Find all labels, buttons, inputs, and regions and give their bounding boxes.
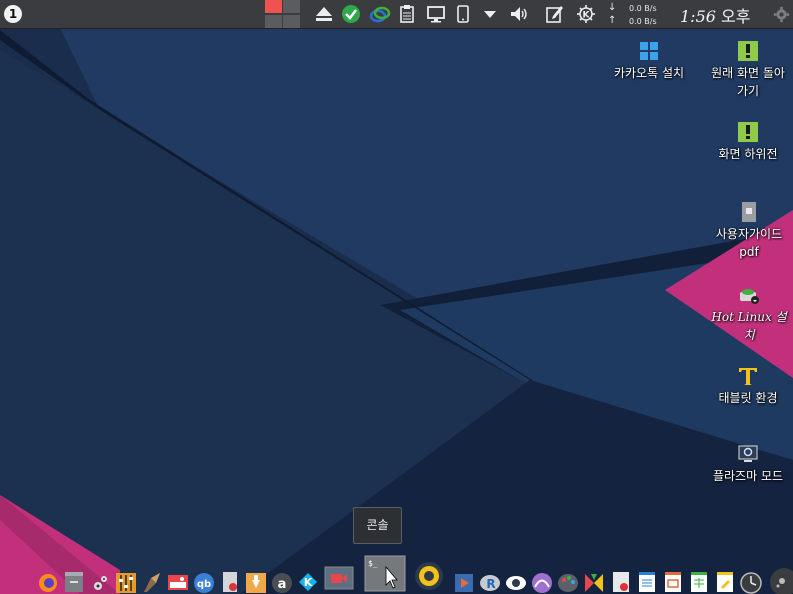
dock-panel: qb a K $_ R [0,555,793,594]
volume-icon[interactable] [509,4,531,24]
download-arrow-icon: ↓ [608,2,617,13]
svg-text:K: K [583,11,591,21]
pager-desktop-2[interactable] [283,0,300,13]
svg-text:a: a [278,577,287,592]
desktop-icon-screen-rotate[interactable]: 화면 하위전 [708,121,788,163]
dock-tooltip: 콘솔 [353,507,402,544]
video-call-icon[interactable] [324,566,354,592]
document-viewer-icon[interactable] [219,570,241,594]
desktop-icon-label: 카카오톡 설치 [613,66,685,80]
desktop-wallpaper [0,0,793,594]
script-warning-icon [738,41,758,61]
desktop-icon-kakaotalk-install[interactable]: 카카오톡 설치 [604,40,694,82]
chevron-down-icon[interactable] [482,4,498,24]
terminal-console-icon[interactable]: $_ [364,555,406,592]
download-rate: 0.0 B/s [629,4,657,13]
clipboard-icon[interactable] [398,4,416,24]
windows-icon [640,42,658,60]
phone-icon[interactable] [455,4,471,24]
workspace-indicator[interactable]: 1 [4,5,22,23]
desktop-icon-tablet-mode[interactable]: 태블릿 환경 [708,365,788,407]
digital-clock[interactable]: 1:56 오후 [680,3,750,27]
notes-icon[interactable] [545,4,565,24]
pdf-reader-icon[interactable] [610,570,632,594]
svg-text:$_: $_ [368,559,378,568]
desktop-icon-label: 태블릿 환경 [718,391,778,405]
file-manager-icon[interactable] [63,570,85,594]
inkscape-vector-icon[interactable] [583,570,605,594]
network-monitor[interactable]: ↓ 0.0 B/s ↑ 0.0 B/s [606,1,666,27]
settings-gear-icon[interactable] [773,6,790,23]
disk-burner-icon[interactable] [414,561,444,591]
virtual-desktop-pager[interactable] [264,0,300,28]
clock-icon[interactable] [740,570,762,594]
svg-text:R: R [486,577,495,591]
kde-connect-icon[interactable]: K [576,4,596,24]
download-manager-icon[interactable] [245,570,267,594]
desktop-icon-restore-screen[interactable]: 원래 화면 돌아가기 [708,40,788,100]
desktop-icon-plasma-mode[interactable]: 플라즈마 모드 [702,443,793,485]
writer-document-icon[interactable] [636,570,658,594]
calc-spreadsheet-icon[interactable] [688,570,710,594]
clock-ampm: 오후 [721,7,751,26]
vpn-icon[interactable] [369,4,391,24]
desktop-icon-label: 사용자가이드 pdf [715,227,783,259]
desktop-icon-hotlinux-install[interactable]: Hot Linux 설치 [708,284,790,344]
mixer-icon[interactable] [115,570,137,594]
desktop-icon-user-guide-pdf[interactable]: 사용자가이드 pdf [708,201,790,261]
top-panel: 1 K ↓ 0.0 B/s ↑ 0.0 B/s 1:56 오후 [0,0,793,29]
video-editor-icon[interactable] [453,570,475,594]
dock-settings-icon[interactable] [768,566,793,594]
display-icon[interactable] [426,4,446,24]
svg-text:qb: qb [197,579,211,590]
pager-desktop-3[interactable] [265,15,282,28]
clock-time: 1:56 [680,7,716,26]
settings-cogs-icon[interactable] [90,570,112,594]
screen-recorder-icon[interactable] [167,570,189,594]
upload-arrow-icon: ↑ [608,15,617,26]
impress-presentation-icon[interactable] [662,570,684,594]
kodi-icon[interactable]: K [297,570,319,594]
pager-desktop-4[interactable] [283,15,300,28]
draw-document-icon[interactable] [714,570,736,594]
script-warning-icon [738,122,758,142]
r-language-icon[interactable]: R [479,570,501,594]
drive-install-icon [740,289,759,304]
amazon-icon[interactable]: a [271,570,293,594]
desktop-icon-label: 원래 화면 돌아가기 [711,66,785,98]
desktop-icon-label: 플라즈마 모드 [712,469,784,483]
desktop-icon-label: Hot Linux 설치 [711,310,787,342]
eye-viewer-icon[interactable] [505,570,527,594]
monitor-plasma-icon [738,445,758,462]
pager-desktop-1[interactable] [265,0,282,13]
palette-icon[interactable] [557,570,579,594]
qbittorrent-icon[interactable]: qb [193,570,215,594]
update-ok-icon[interactable] [341,4,361,24]
upload-rate: 0.0 B/s [629,17,657,26]
pdf-document-icon [742,202,756,222]
firefox-icon[interactable] [37,570,59,594]
text-t-icon [739,368,757,385]
photo-app-icon[interactable] [531,570,553,594]
eject-icon[interactable] [314,4,334,24]
svg-text:K: K [304,576,313,589]
desktop-icon-label: 화면 하위전 [718,147,778,161]
vlc-rocket-icon[interactable] [141,570,163,594]
